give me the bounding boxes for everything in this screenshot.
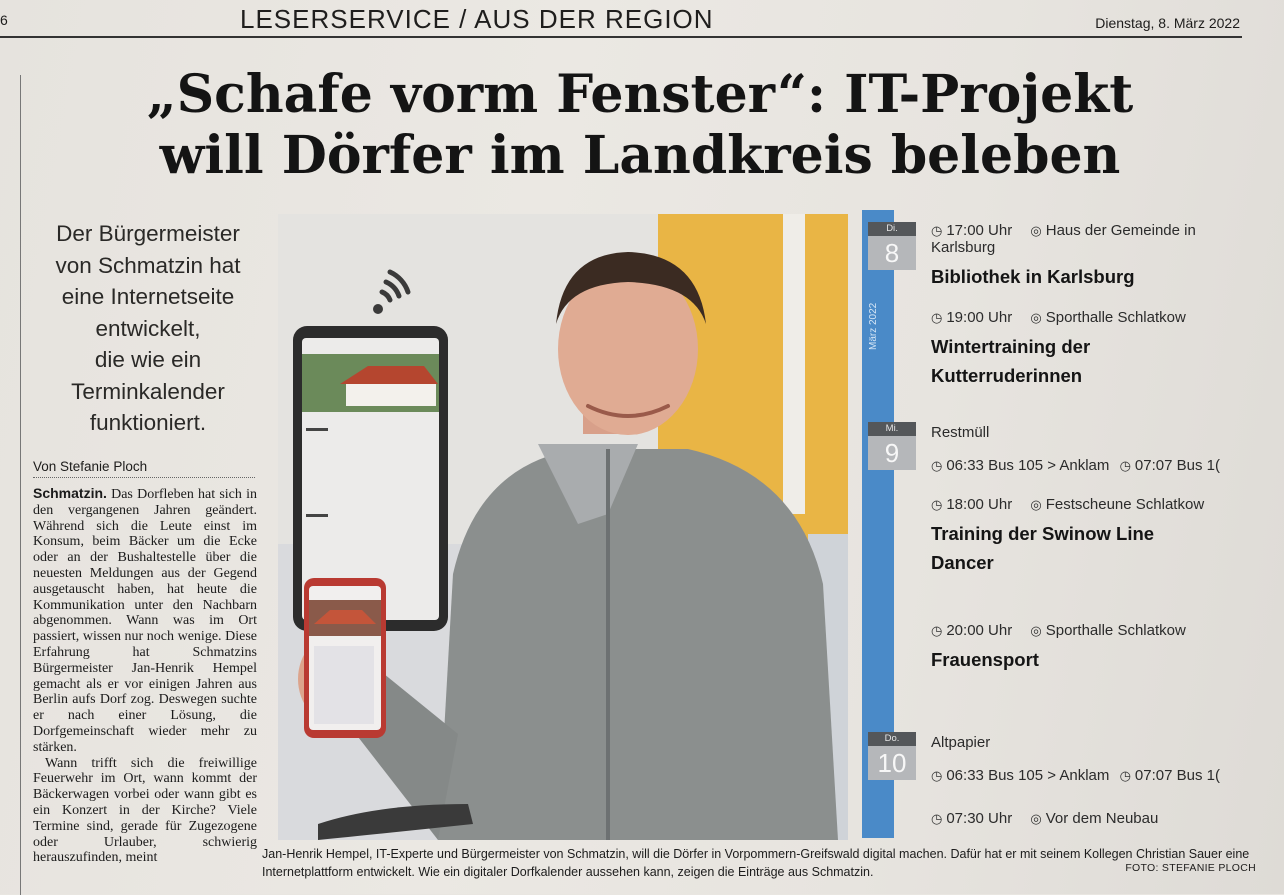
- location-pin-icon: ◎: [1030, 497, 1042, 512]
- event-time: 20:00 Uhr: [946, 622, 1013, 639]
- event-meta: ◷ 20:00 Uhr ◎ Sporthalle Schlatkow: [931, 622, 1261, 639]
- event-meta: ◷ 17:00 Uhr ◎ Haus der Gemeinde in Karlsbu…: [931, 222, 1261, 256]
- bus-times: ◷ 06:33 Bus 105 > Anklam ◷ 07:07 Bus 1(: [931, 767, 1261, 784]
- event-title-line: Training der Swinow Line: [931, 523, 1155, 544]
- day-block-8: Di. 8: [868, 222, 916, 270]
- event-meta: ◷ 19:00 Uhr ◎ Sporthalle Schlatkow: [931, 309, 1261, 326]
- teaser-line: Der Bürgermeister: [56, 221, 240, 246]
- event-meta: ◷ 18:00 Uhr ◎ Festscheune Schlatkow: [931, 496, 1261, 513]
- event-title: Frauensport: [931, 649, 1039, 670]
- clock-icon: ◷: [1119, 458, 1131, 473]
- event-title-line: Wintertraining der: [931, 336, 1091, 357]
- byline: Von Stefanie Ploch: [33, 459, 255, 478]
- event-title: Bibliothek in Karlsburg: [931, 266, 1135, 287]
- photo-caption: Jan-Henrik Hempel, IT-Experte und Bürger…: [262, 847, 1250, 879]
- bus-time: 07:07: [1134, 767, 1173, 784]
- event-title: Training der Swinow Line Dancer: [931, 519, 1261, 577]
- bus-route: Bus 1(: [1176, 767, 1220, 784]
- day-weekday: Do.: [868, 732, 916, 746]
- bus-time: 06:33: [946, 457, 984, 474]
- event-title: Wintertraining der Kutterruderinnen: [931, 332, 1261, 390]
- event-place: Sporthalle Schlatkow: [1045, 622, 1186, 639]
- day-block-9: Mi. 9: [868, 422, 916, 470]
- photo-credit: FOTO: STEFANIE PLOCH: [1125, 862, 1256, 874]
- newspaper-page: 6 LESERSERVICE / AUS DER REGION Dienstag…: [0, 0, 1284, 895]
- event-meta: ◷ 07:30 Uhr ◎ Vor dem Neubau: [931, 810, 1261, 827]
- event-title-line: Dancer: [931, 552, 994, 573]
- photo-illustration: [278, 214, 848, 840]
- teaser-line: von Schmatzin hat: [55, 252, 241, 278]
- clock-icon: ◷: [931, 811, 943, 826]
- clock-icon: ◷: [931, 768, 943, 783]
- day-number: 10: [868, 746, 916, 780]
- bus-time: 07:07: [1134, 457, 1173, 474]
- page-number: 6: [0, 12, 8, 28]
- event-entry: ◷ 19:00 Uhr ◎ Sporthalle Schlatkow Wintert…: [931, 309, 1261, 390]
- clock-icon: ◷: [931, 497, 943, 512]
- teaser-line: funktioniert.: [89, 410, 207, 435]
- event-entry: ◷ 20:00 Uhr ◎ Sporthalle Schlatkow Frauens…: [931, 622, 1261, 674]
- teaser-line: entwickelt,: [95, 315, 201, 341]
- header-rule: [0, 36, 1242, 38]
- bus-route: Bus 105 > Anklam: [988, 767, 1110, 784]
- column-divider: [20, 75, 21, 895]
- waste-collection-entry: Altpapier ◷ 06:33 Bus 105 > Anklam ◷ 07:07…: [931, 734, 1261, 784]
- event-time: 17:00 Uhr: [946, 222, 1013, 239]
- article-photo: [278, 214, 848, 840]
- event-place: Vor dem Neubau: [1045, 810, 1159, 827]
- paragraph-1: Schmatzin. Das Dorfleben hat sich in den…: [33, 486, 257, 756]
- paragraph-2: Wann trifft sich die freiwillige Feuerwe…: [33, 755, 257, 866]
- event-time: 19:00 Uhr: [946, 309, 1013, 326]
- headline-line-1: „Schafe vorm Fenster“: IT-Projekt: [146, 64, 1134, 125]
- teaser-line: Terminkalender: [71, 378, 225, 404]
- clock-icon: ◷: [1119, 768, 1131, 783]
- location-pin-icon: ◎: [1030, 623, 1042, 638]
- event-time: 18:00 Uhr: [946, 496, 1013, 513]
- bus-time: 06:33: [946, 767, 984, 784]
- clock-icon: ◷: [931, 623, 943, 638]
- event-place: Festscheune Schlatkow: [1045, 496, 1205, 513]
- day-block-10: Do. 10: [868, 732, 916, 780]
- day-weekday: Mi.: [868, 422, 916, 436]
- event-entry: ◷ 17:00 Uhr ◎ Haus der Gemeinde in Karlsbu…: [931, 222, 1261, 291]
- section-header: LESERSERVICE / AUS DER REGION: [240, 4, 714, 34]
- teaser-line: die wie ein: [94, 347, 202, 372]
- bus-route: Bus 1(: [1176, 457, 1220, 474]
- clock-icon: ◷: [931, 458, 943, 473]
- event-entry: ◷ 18:00 Uhr ◎ Festscheune Schlatkow Traini…: [931, 496, 1261, 577]
- headline: „Schafe vorm Fenster“: IT-Projekt will D…: [100, 64, 1180, 186]
- teaser: Der Bürgermeister von Schmatzin hat eine…: [30, 218, 266, 439]
- event-time: 07:30 Uhr: [946, 810, 1013, 827]
- calendar-month-label: März 2022: [868, 302, 879, 350]
- waste-category: Restmüll: [931, 424, 990, 441]
- event-entry: ◷ 07:30 Uhr ◎ Vor dem Neubau: [931, 810, 1261, 827]
- day-number: 8: [868, 236, 916, 270]
- article-body: Schmatzin. Das Dorfleben hat sich in den…: [33, 486, 257, 894]
- bus-times: ◷ 06:33 Bus 105 > Anklam ◷ 07:07 Bus 1(: [931, 457, 1261, 474]
- waste-collection-entry: Restmüll ◷ 06:33 Bus 105 > Anklam ◷ 07:07 …: [931, 424, 1261, 474]
- location-pin-icon: ◎: [1030, 811, 1042, 826]
- day-number: 9: [868, 436, 916, 470]
- headline-line-2: will Dörfer im Landkreis beleben: [159, 125, 1121, 186]
- paragraph-1-text: Das Dorfleben hat sich in den vergangene…: [33, 487, 257, 755]
- teaser-line: eine Internetseite: [61, 284, 235, 309]
- dateline: Schmatzin.: [33, 486, 107, 501]
- bus-route: Bus 105 > Anklam: [988, 457, 1110, 474]
- held-phone: [304, 578, 386, 738]
- day-weekday: Di.: [868, 222, 916, 236]
- waste-category: Altpapier: [931, 734, 991, 751]
- event-title-line: Kutterruderinnen: [931, 365, 1083, 386]
- issue-date: Dienstag, 8. März 2022: [1095, 15, 1240, 31]
- location-pin-icon: ◎: [1030, 223, 1042, 238]
- clock-icon: ◷: [931, 310, 943, 325]
- location-pin-icon: ◎: [1030, 310, 1042, 325]
- clock-icon: ◷: [931, 223, 943, 238]
- event-place: Sporthalle Schlatkow: [1045, 309, 1186, 326]
